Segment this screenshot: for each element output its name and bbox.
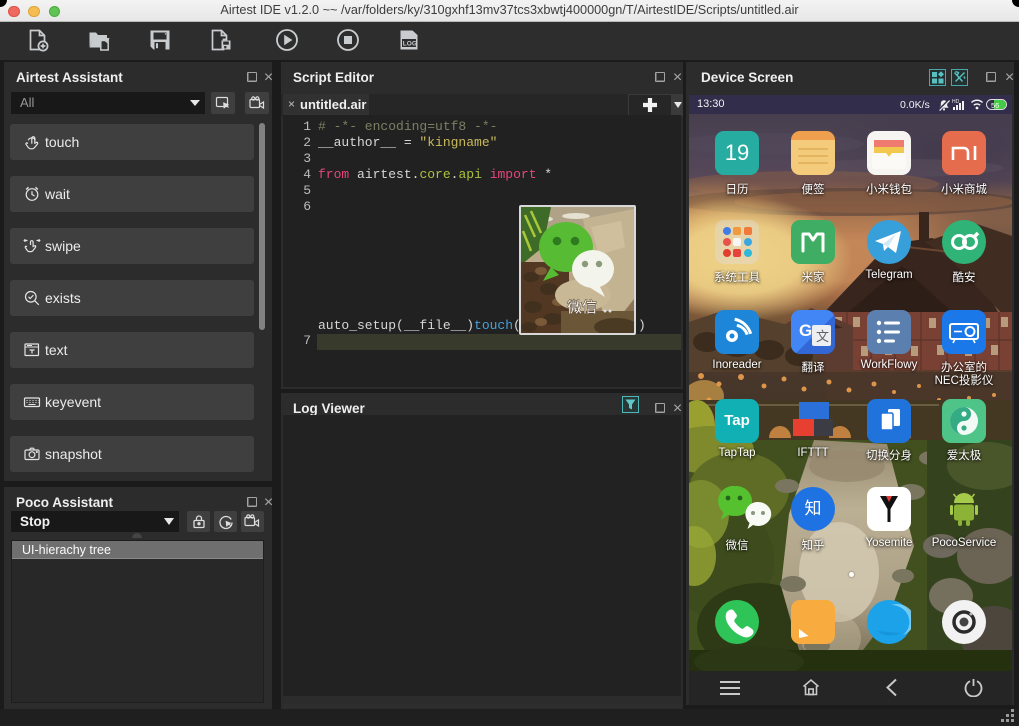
svg-text:微信: 微信 [567, 299, 597, 316]
svg-text:HD: HD [952, 99, 960, 105]
svg-text:G: G [799, 321, 812, 340]
svg-text:LOG: LOG [403, 41, 417, 48]
svg-text:文: 文 [816, 329, 829, 344]
